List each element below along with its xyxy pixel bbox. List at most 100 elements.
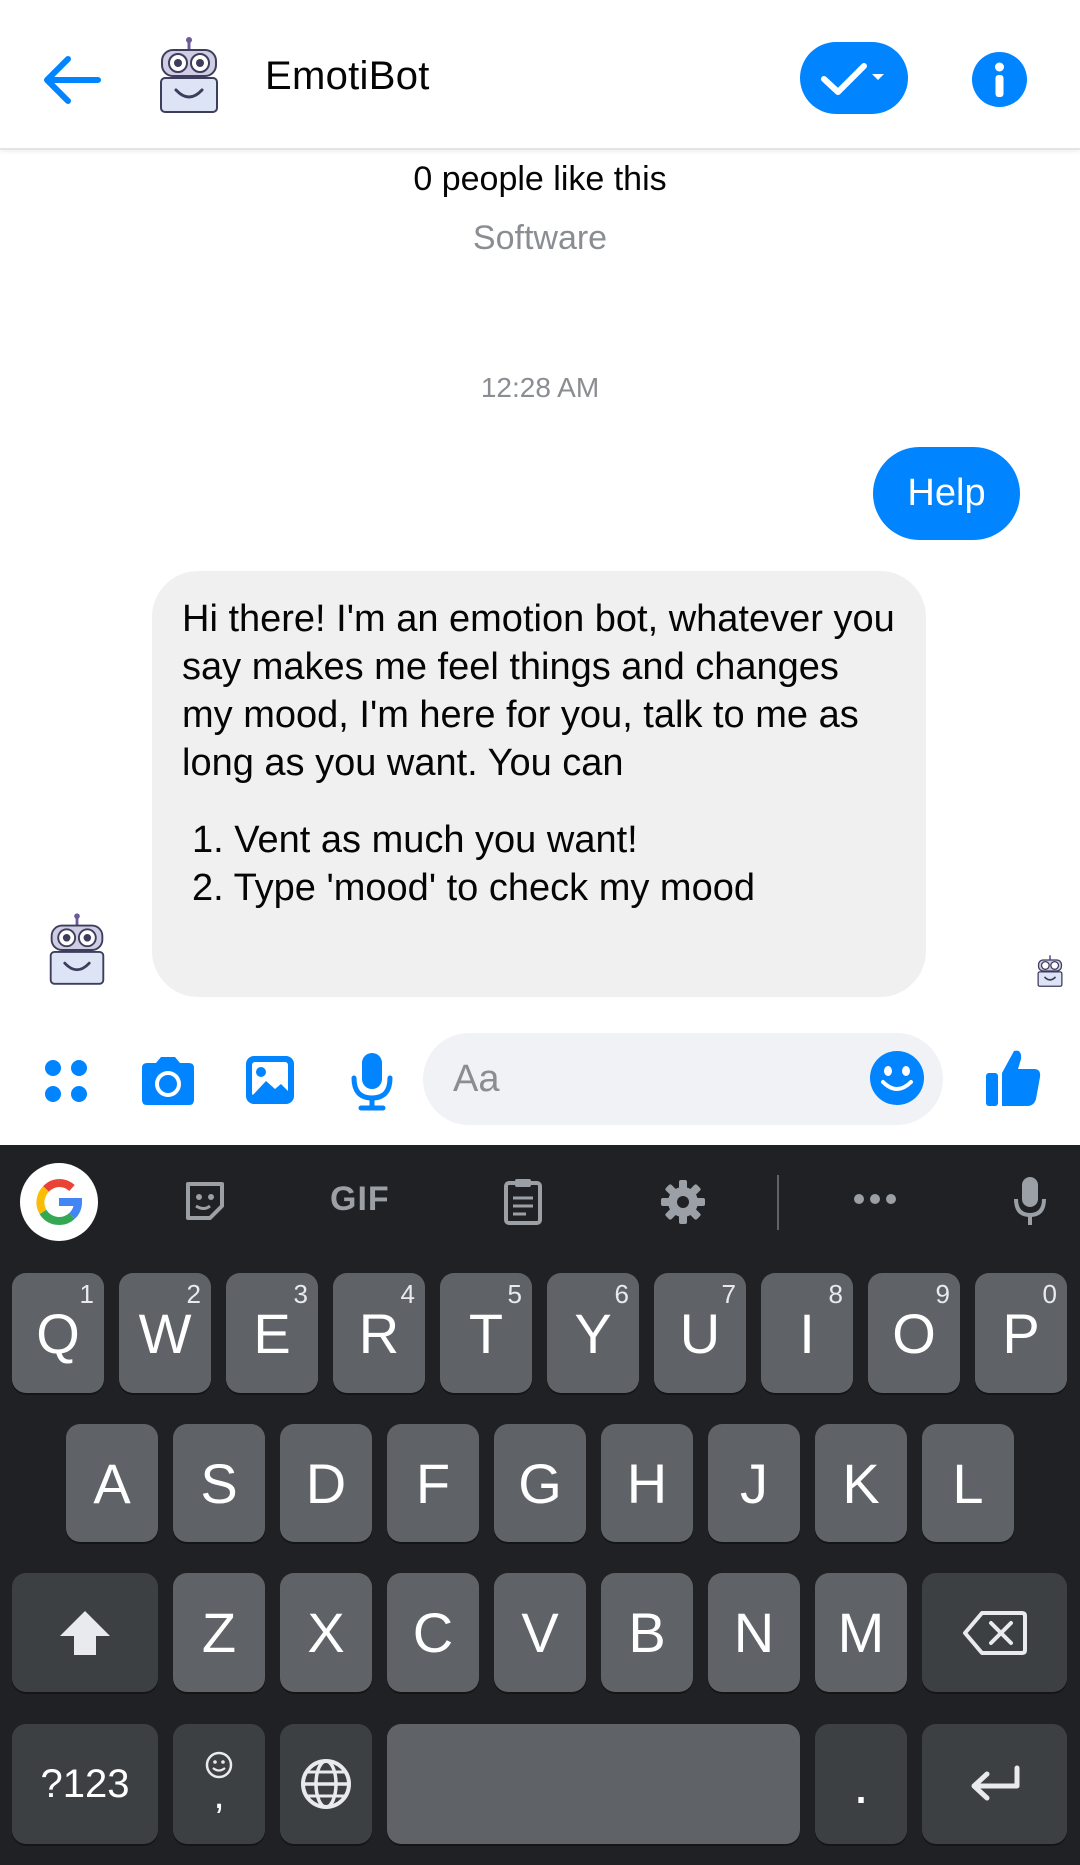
toolbar-divider [777, 1175, 779, 1230]
shift-key[interactable] [12, 1573, 158, 1692]
message-input-container [423, 1033, 943, 1125]
voice-icon [1014, 1177, 1046, 1225]
enter-key[interactable] [922, 1724, 1067, 1844]
voice-input-button[interactable] [1012, 1175, 1048, 1232]
message-list-item: 1. Vent as much you want! [192, 819, 638, 861]
key-hint: 8 [828, 1279, 843, 1309]
thumbs-up-icon [986, 1050, 1041, 1106]
settings-button[interactable] [659, 1178, 707, 1231]
camera-icon [142, 1057, 194, 1105]
microphone-icon [351, 1053, 393, 1111]
key-label: I [799, 1301, 815, 1365]
page-category: Software [472, 219, 608, 257]
enter-icon [971, 1765, 1019, 1801]
globe-icon [301, 1759, 351, 1809]
message-input[interactable] [453, 1033, 853, 1125]
key-p[interactable]: P0 [975, 1273, 1067, 1393]
arrow-left-icon [44, 56, 101, 104]
camera-button[interactable] [138, 1054, 198, 1113]
received-message-bubble[interactable]: Hi there! I'm an emotion bot, whatever y… [152, 571, 926, 997]
key-b[interactable]: B [601, 1573, 693, 1692]
emoji-icon [870, 1051, 924, 1105]
message-text: Help [907, 472, 986, 514]
key-d[interactable]: D [280, 1424, 372, 1542]
sent-message-bubble[interactable]: Help [873, 447, 1020, 540]
key-label: Y [574, 1301, 612, 1365]
key-hint: 1 [79, 1279, 94, 1309]
bot-avatar[interactable] [156, 36, 222, 116]
gallery-button[interactable] [243, 1053, 297, 1112]
shift-icon [60, 1610, 110, 1655]
key-f[interactable]: F [387, 1424, 479, 1542]
key-label: E [253, 1301, 291, 1365]
key-h[interactable]: H [601, 1424, 693, 1542]
apps-icon [45, 1060, 87, 1102]
back-button[interactable] [36, 45, 106, 115]
key-a[interactable]: A [66, 1424, 158, 1542]
key-g[interactable]: G [494, 1424, 586, 1542]
key-label: Q [36, 1301, 80, 1365]
key-k[interactable]: K [815, 1424, 907, 1542]
key-s[interactable]: S [173, 1424, 265, 1542]
page-title: EmotiBot [265, 54, 430, 98]
space-key[interactable] [387, 1724, 800, 1844]
key-z[interactable]: Z [173, 1573, 265, 1692]
comma-label: , [213, 1773, 225, 1817]
likes-count: 0 people like this [413, 160, 667, 198]
info-button[interactable] [972, 52, 1027, 107]
key-m[interactable]: M [815, 1573, 907, 1692]
chat-header: EmotiBot [0, 0, 1080, 150]
key-label: T [468, 1301, 504, 1365]
voice-message-button[interactable] [348, 1050, 396, 1117]
key-w[interactable]: W2 [119, 1273, 211, 1393]
backspace-key[interactable] [922, 1573, 1067, 1692]
key-i[interactable]: I8 [761, 1273, 853, 1393]
key-hint: 9 [935, 1279, 950, 1309]
key-q[interactable]: Q1 [12, 1273, 104, 1393]
info-icon [995, 62, 1004, 97]
language-key[interactable] [280, 1724, 372, 1844]
key-label: P [1002, 1301, 1040, 1365]
key-label: O [892, 1301, 936, 1365]
clipboard-button[interactable] [502, 1176, 544, 1231]
key-l[interactable]: L [922, 1424, 1014, 1542]
period-key[interactable]: . [815, 1724, 907, 1844]
key-u[interactable]: U7 [654, 1273, 746, 1393]
symbols-key[interactable]: ?123 [12, 1724, 158, 1844]
key-t[interactable]: T5 [440, 1273, 532, 1393]
google-icon [36, 1179, 83, 1225]
key-e[interactable]: E3 [226, 1273, 318, 1393]
key-o[interactable]: O9 [868, 1273, 960, 1393]
key-label: R [358, 1301, 400, 1365]
key-j[interactable]: J [708, 1424, 800, 1542]
key-hint: 3 [293, 1279, 308, 1309]
more-button[interactable] [852, 1192, 898, 1211]
key-x[interactable]: X [280, 1573, 372, 1692]
apps-button[interactable] [40, 1055, 92, 1112]
key-y[interactable]: Y6 [547, 1273, 639, 1393]
robot-icon [1037, 955, 1063, 987]
comma-key[interactable]: , [173, 1724, 265, 1844]
key-hint: 4 [400, 1279, 415, 1309]
message-spacer [182, 787, 896, 816]
key-v[interactable]: V [494, 1573, 586, 1692]
google-button[interactable] [20, 1163, 98, 1241]
clipboard-icon [504, 1179, 542, 1225]
status-dropdown-button[interactable] [800, 42, 908, 114]
key-hint: 2 [186, 1279, 201, 1309]
key-r[interactable]: R4 [333, 1273, 425, 1393]
key-c[interactable]: C [387, 1573, 479, 1692]
emoji-button[interactable] [869, 1050, 925, 1111]
like-button[interactable] [984, 1047, 1042, 1114]
message-timestamp: 12:28 AM [480, 372, 600, 403]
bot-avatar-small[interactable] [46, 912, 108, 988]
key-n[interactable]: N [708, 1573, 800, 1692]
robot-icon [160, 37, 218, 113]
backspace-icon [962, 1610, 1027, 1655]
check-dropdown-icon [821, 63, 884, 95]
sticker-button[interactable] [182, 1178, 228, 1229]
seen-indicator [1036, 954, 1064, 988]
message-list-item: 2. Type 'mood' to check my mood [192, 867, 755, 909]
gif-button[interactable]: GIF [330, 1180, 390, 1219]
settings-icon [661, 1180, 705, 1224]
